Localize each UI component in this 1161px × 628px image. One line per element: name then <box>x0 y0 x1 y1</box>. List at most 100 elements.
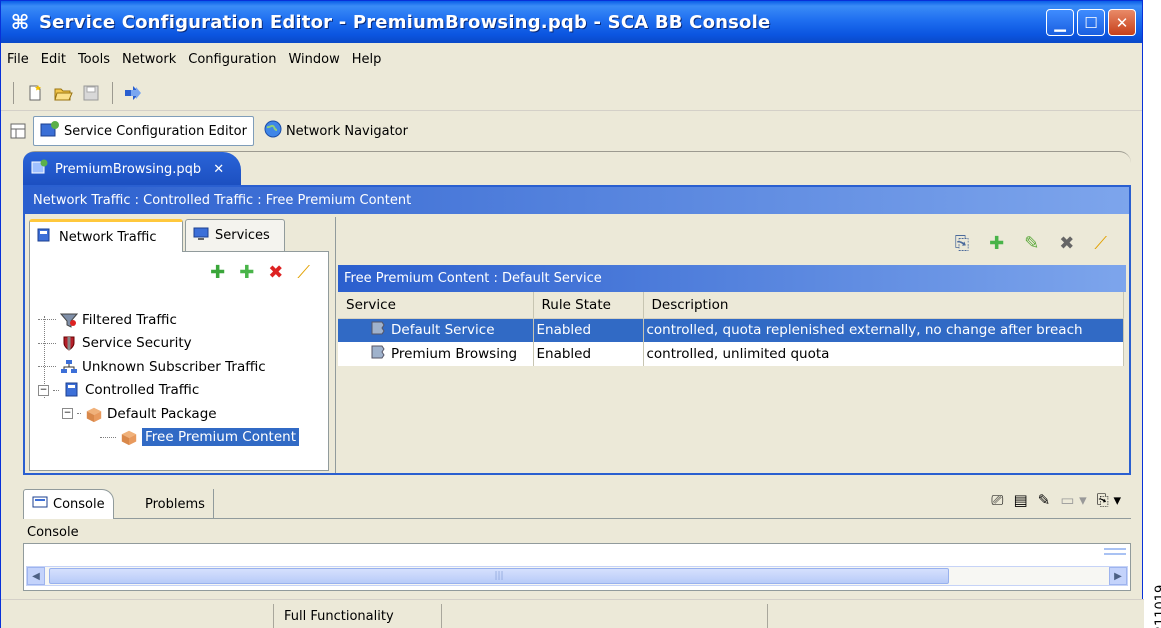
column-header-service[interactable]: Service <box>338 292 534 319</box>
close-tab-icon[interactable]: ✕ <box>213 162 224 177</box>
perspective-network-navigator[interactable]: Network Navigator <box>258 117 414 145</box>
new-console-icon[interactable]: ⎘ ▾ <box>1097 491 1121 509</box>
cell-rule-state: Enabled <box>533 342 644 366</box>
status-cell-empty <box>441 604 767 628</box>
security-shield-icon <box>60 334 78 352</box>
perspective-service-configuration-editor[interactable]: Service Configuration Editor <box>33 116 254 146</box>
save-disk-icon[interactable] <box>80 82 102 104</box>
edit-pencil-icon[interactable]: ⟋ <box>1094 233 1107 254</box>
toolbar-separator <box>13 81 14 104</box>
minimize-button[interactable]: ▁ <box>1046 9 1074 36</box>
scroll-right-button[interactable]: ▶ <box>1109 567 1127 585</box>
console-title: Console <box>27 525 79 540</box>
edit-pencil-icon[interactable]: ⟋ <box>297 262 310 283</box>
horizontal-scrollbar[interactable]: ◀ ||| ▶ <box>26 566 1128 586</box>
breadcrumb: Network Traffic : Controlled Traffic : F… <box>25 187 1129 214</box>
menu-help[interactable]: Help <box>352 52 382 67</box>
menu-configuration[interactable]: Configuration <box>188 52 276 67</box>
menu-network[interactable]: Network <box>122 52 176 67</box>
minimize-icon: ▁ <box>1054 13 1066 32</box>
cell-description: controlled, quota replenished externally… <box>643 318 1124 342</box>
tree-item-controlled-traffic[interactable]: − Controlled Traffic <box>38 379 323 403</box>
title-bar[interactable]: ⌘ Service Configuration Editor - Premium… <box>1 1 1142 43</box>
maximize-icon: ☐ <box>1084 13 1098 32</box>
tab-network-traffic[interactable]: Network Traffic <box>29 219 183 252</box>
maximize-button[interactable]: ☐ <box>1077 9 1105 36</box>
scroll-left-button[interactable]: ◀ <box>27 567 45 585</box>
editor-body: Network Traffic : Controlled Traffic : F… <box>23 185 1131 475</box>
open-perspective-icon[interactable] <box>7 120 29 142</box>
add-package-icon[interactable]: ✚ <box>210 262 225 283</box>
clear-console-icon[interactable]: ⎚ <box>991 491 1003 509</box>
collapse-icon[interactable]: − <box>38 384 49 396</box>
menu-edit[interactable]: Edit <box>41 52 66 67</box>
add-icon[interactable]: ✚ <box>239 262 254 283</box>
editor-tab-row: PremiumBrowsing.pqb ✕ <box>23 151 1131 186</box>
monitor-icon <box>192 226 210 246</box>
perspective-label: Service Configuration Editor <box>64 123 247 139</box>
cell-service: Default Service <box>338 318 534 342</box>
network-nodes-icon <box>60 358 78 376</box>
collapse-icon[interactable]: − <box>62 408 73 420</box>
table-row[interactable]: Default Service Enabled controlled, quot… <box>338 318 1124 342</box>
menu-tools[interactable]: Tools <box>78 52 110 67</box>
close-icon: ✕ <box>1115 13 1129 32</box>
status-mode: Full Functionality <box>273 604 441 628</box>
open-folder-icon[interactable] <box>52 82 74 104</box>
toolbar-separator <box>112 81 113 104</box>
console-toolbar: ⎚ ▤ ✎ ▭ ▾ ⎘ ▾ <box>991 491 1121 509</box>
package-box-icon <box>120 428 138 446</box>
scroll-lock-icon[interactable]: ▤ <box>1013 491 1027 509</box>
tab-services[interactable]: Services <box>185 219 285 251</box>
vertical-scroll-grip[interactable] <box>1104 548 1126 562</box>
editor-tab-premiumbrowsing[interactable]: PremiumBrowsing.pqb ✕ <box>23 152 241 186</box>
console-tabs: Console Problems <box>23 487 1131 519</box>
window-controls: ▁ ☐ ✕ <box>1046 9 1136 36</box>
pin-console-icon[interactable]: ✎ <box>1038 491 1051 509</box>
tab-label: Services <box>215 228 270 243</box>
service-icon <box>369 320 387 340</box>
application-window: ⌘ Service Configuration Editor - Premium… <box>0 0 1144 628</box>
rules-table-container: Service Rule State Description Default S… <box>338 292 1126 470</box>
editor-icon <box>31 159 49 179</box>
service-rule-icon[interactable]: ⎘ <box>955 233 969 254</box>
globe-icon <box>264 120 282 142</box>
tab-console[interactable]: Console <box>23 489 114 519</box>
forward-arrow-icon[interactable] <box>123 82 145 104</box>
tree-item-free-premium-content[interactable]: Free Premium Content <box>38 426 323 450</box>
cell-description: controlled, unlimited quota <box>643 342 1124 366</box>
window-title: Service Configuration Editor - PremiumBr… <box>39 11 771 33</box>
tab-problems[interactable]: Problems <box>137 489 214 519</box>
close-window-button[interactable]: ✕ <box>1108 9 1136 36</box>
left-pane: Network Traffic Services ✚ ✚ ✖ ⟋ Filtere… <box>29 219 329 471</box>
console-icon <box>32 496 48 514</box>
column-header-description[interactable]: Description <box>643 292 1124 319</box>
rules-toolbar: ⎘ ✚ ✎ ✖ ⟋ <box>955 233 1107 254</box>
network-traffic-icon <box>63 381 81 399</box>
perspective-bar: Service Configuration Editor Network Nav… <box>1 115 1142 147</box>
console-output[interactable]: ◀ ||| ▶ <box>23 543 1131 591</box>
tree-item-default-package[interactable]: − Default Package <box>38 402 323 426</box>
tree-item-unknown-subscriber-traffic[interactable]: Unknown Subscriber Traffic <box>38 355 323 379</box>
tree-item-service-security[interactable]: Service Security <box>38 332 323 356</box>
main-toolbar <box>1 75 1142 111</box>
delete-icon[interactable]: ✖ <box>1059 233 1074 254</box>
add-rule-icon[interactable]: ✎ <box>1024 233 1039 254</box>
status-bar: Full Functionality <box>1 599 1144 628</box>
new-file-icon[interactable] <box>24 82 46 104</box>
display-console-icon[interactable]: ▭ ▾ <box>1060 491 1086 509</box>
console-view: Console Problems ⎚ ▤ ✎ ▭ ▾ ⎘ ▾ Console ◀… <box>23 479 1131 597</box>
table-row[interactable]: Premium Browsing Enabled controlled, unl… <box>338 342 1124 366</box>
sca-bb-icon: ⌘ <box>10 10 30 34</box>
menu-file[interactable]: File <box>7 52 29 67</box>
delete-icon[interactable]: ✖ <box>268 262 283 283</box>
tree-item-filtered-traffic[interactable]: Filtered Traffic <box>38 308 323 332</box>
column-header-rule-state[interactable]: Rule State <box>533 292 644 319</box>
editor-tab-label: PremiumBrowsing.pqb <box>55 161 202 177</box>
add-icon[interactable]: ✚ <box>989 233 1004 254</box>
filter-icon <box>60 311 78 329</box>
scroll-thumb[interactable]: ||| <box>49 568 949 584</box>
editor-icon <box>40 120 60 142</box>
menu-window[interactable]: Window <box>288 52 339 67</box>
right-pane: ⎘ ✚ ✎ ✖ ⟋ Free Premium Content : Default… <box>335 217 1129 473</box>
